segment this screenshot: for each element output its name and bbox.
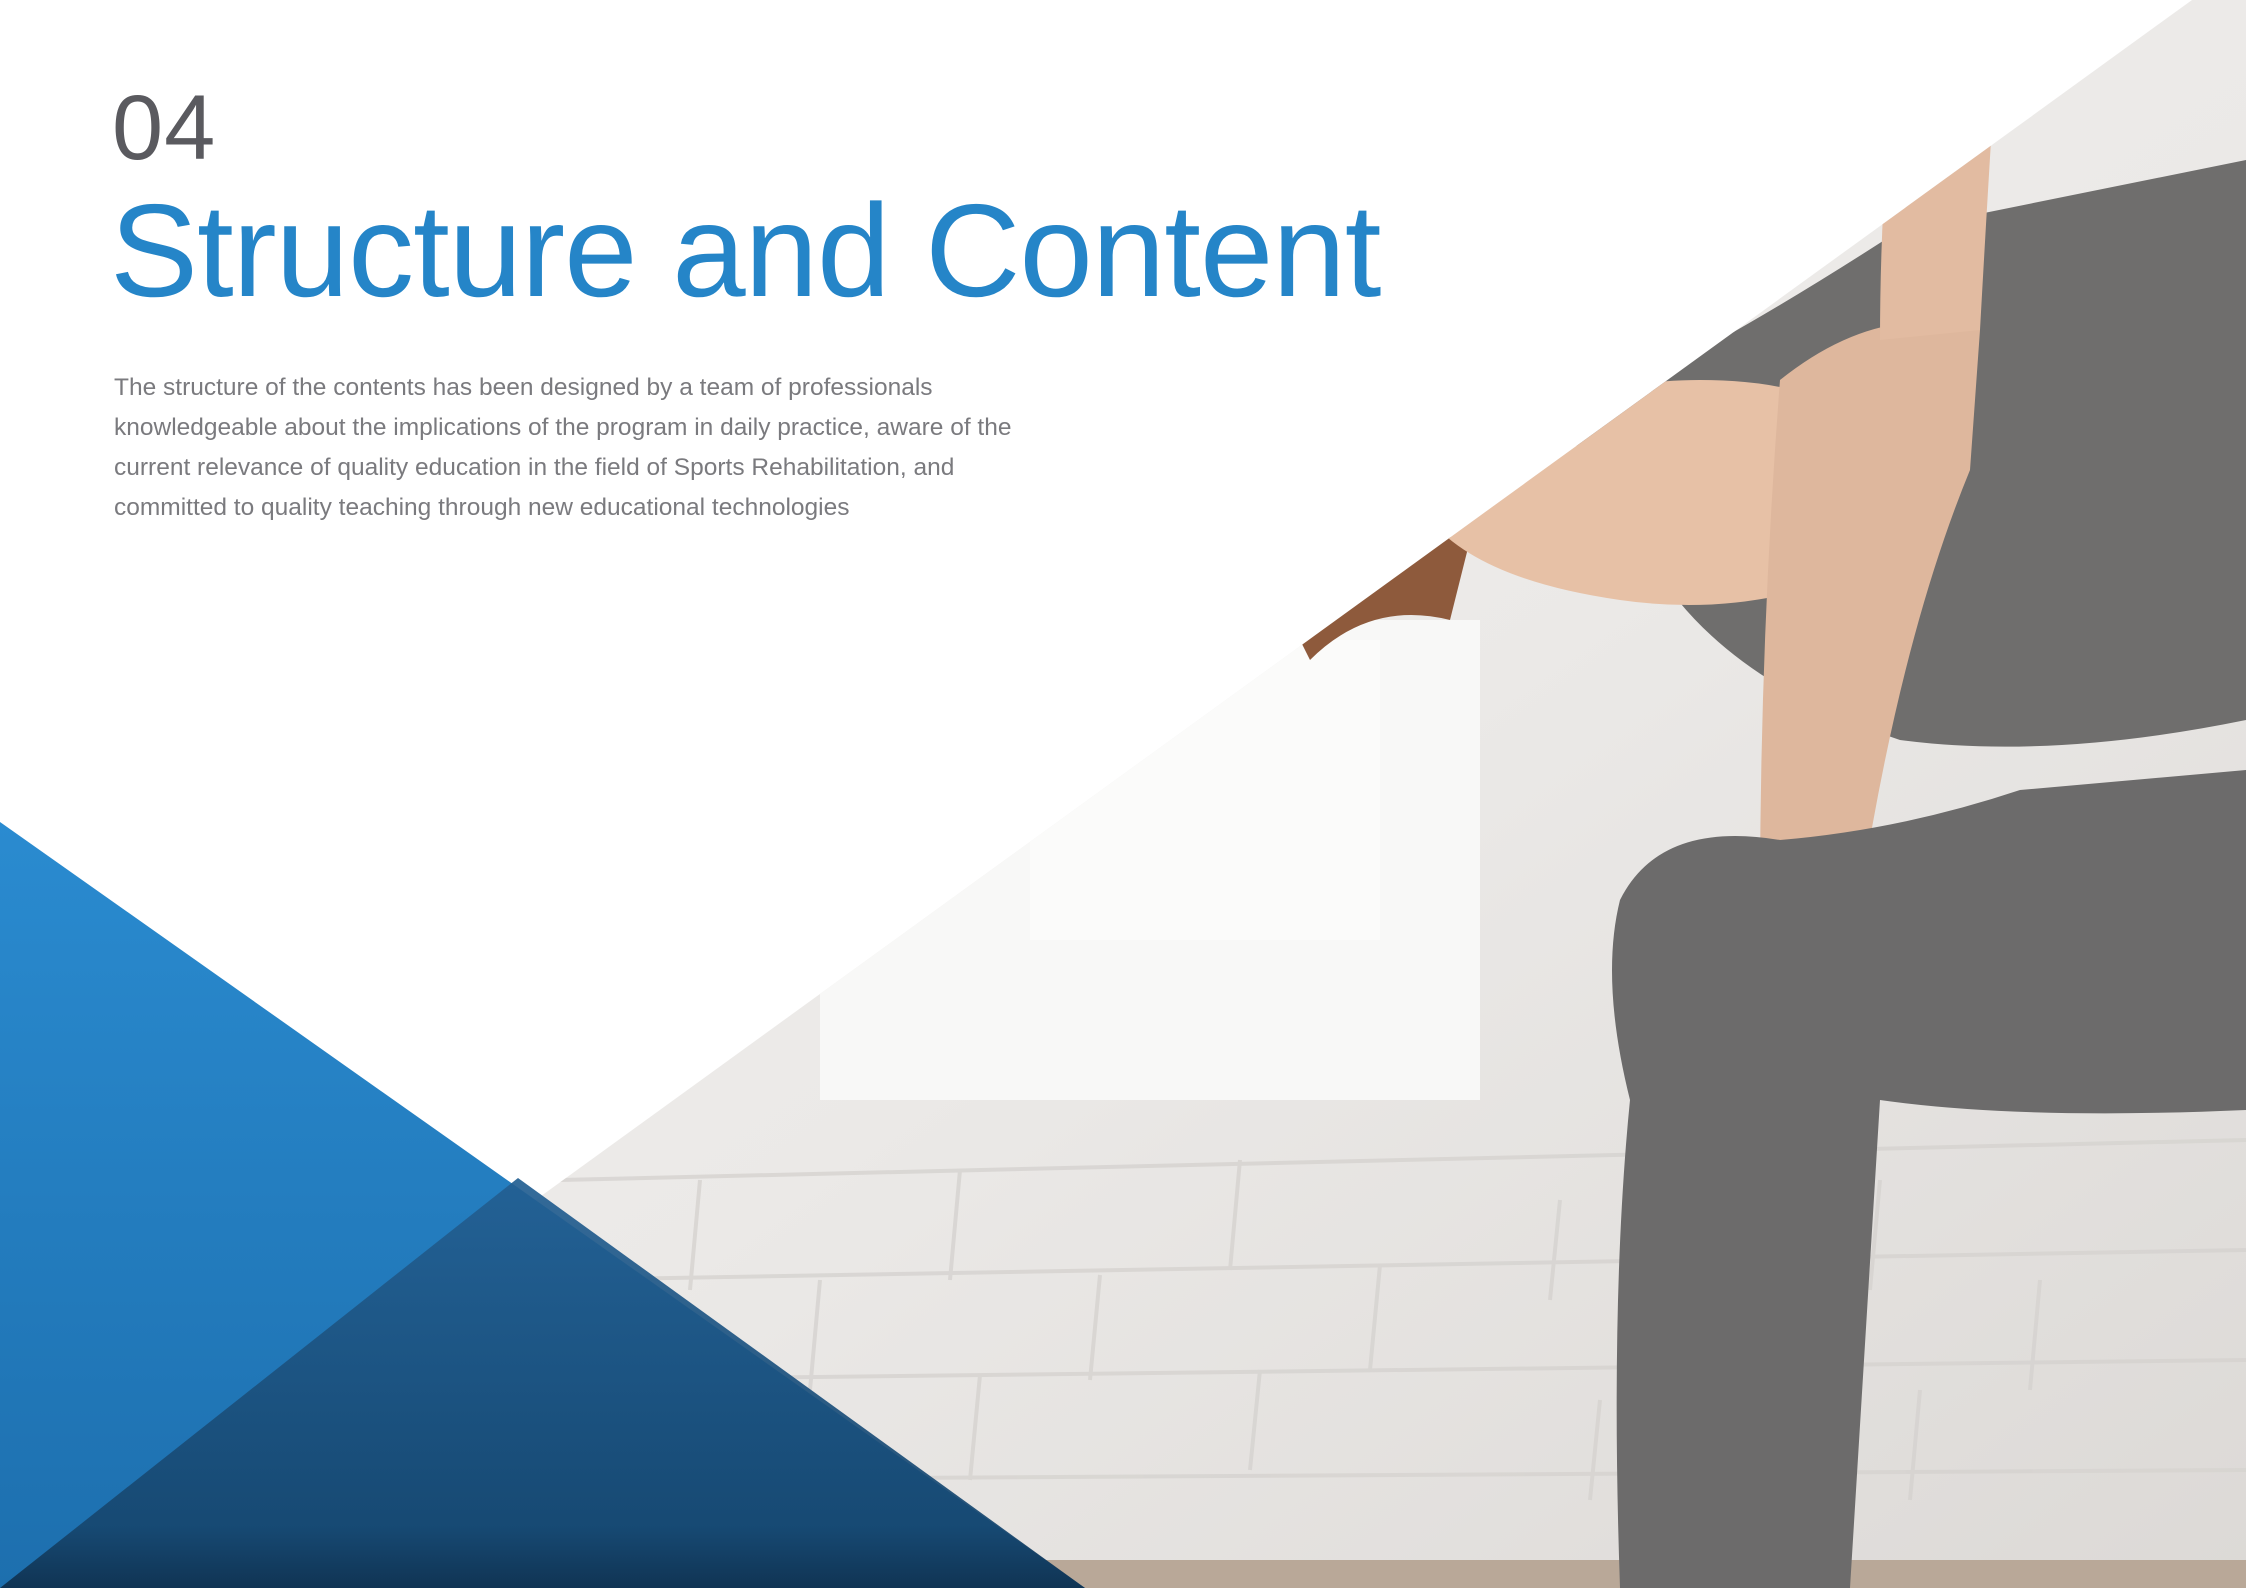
section-intro-paragraph: The structure of the contents has been d… — [114, 374, 1012, 521]
brochure-page: 04 Structure and Content The structure o… — [0, 0, 2246, 1588]
section-title: Structure and Content — [110, 177, 1381, 324]
section-number: 04 — [112, 77, 217, 179]
